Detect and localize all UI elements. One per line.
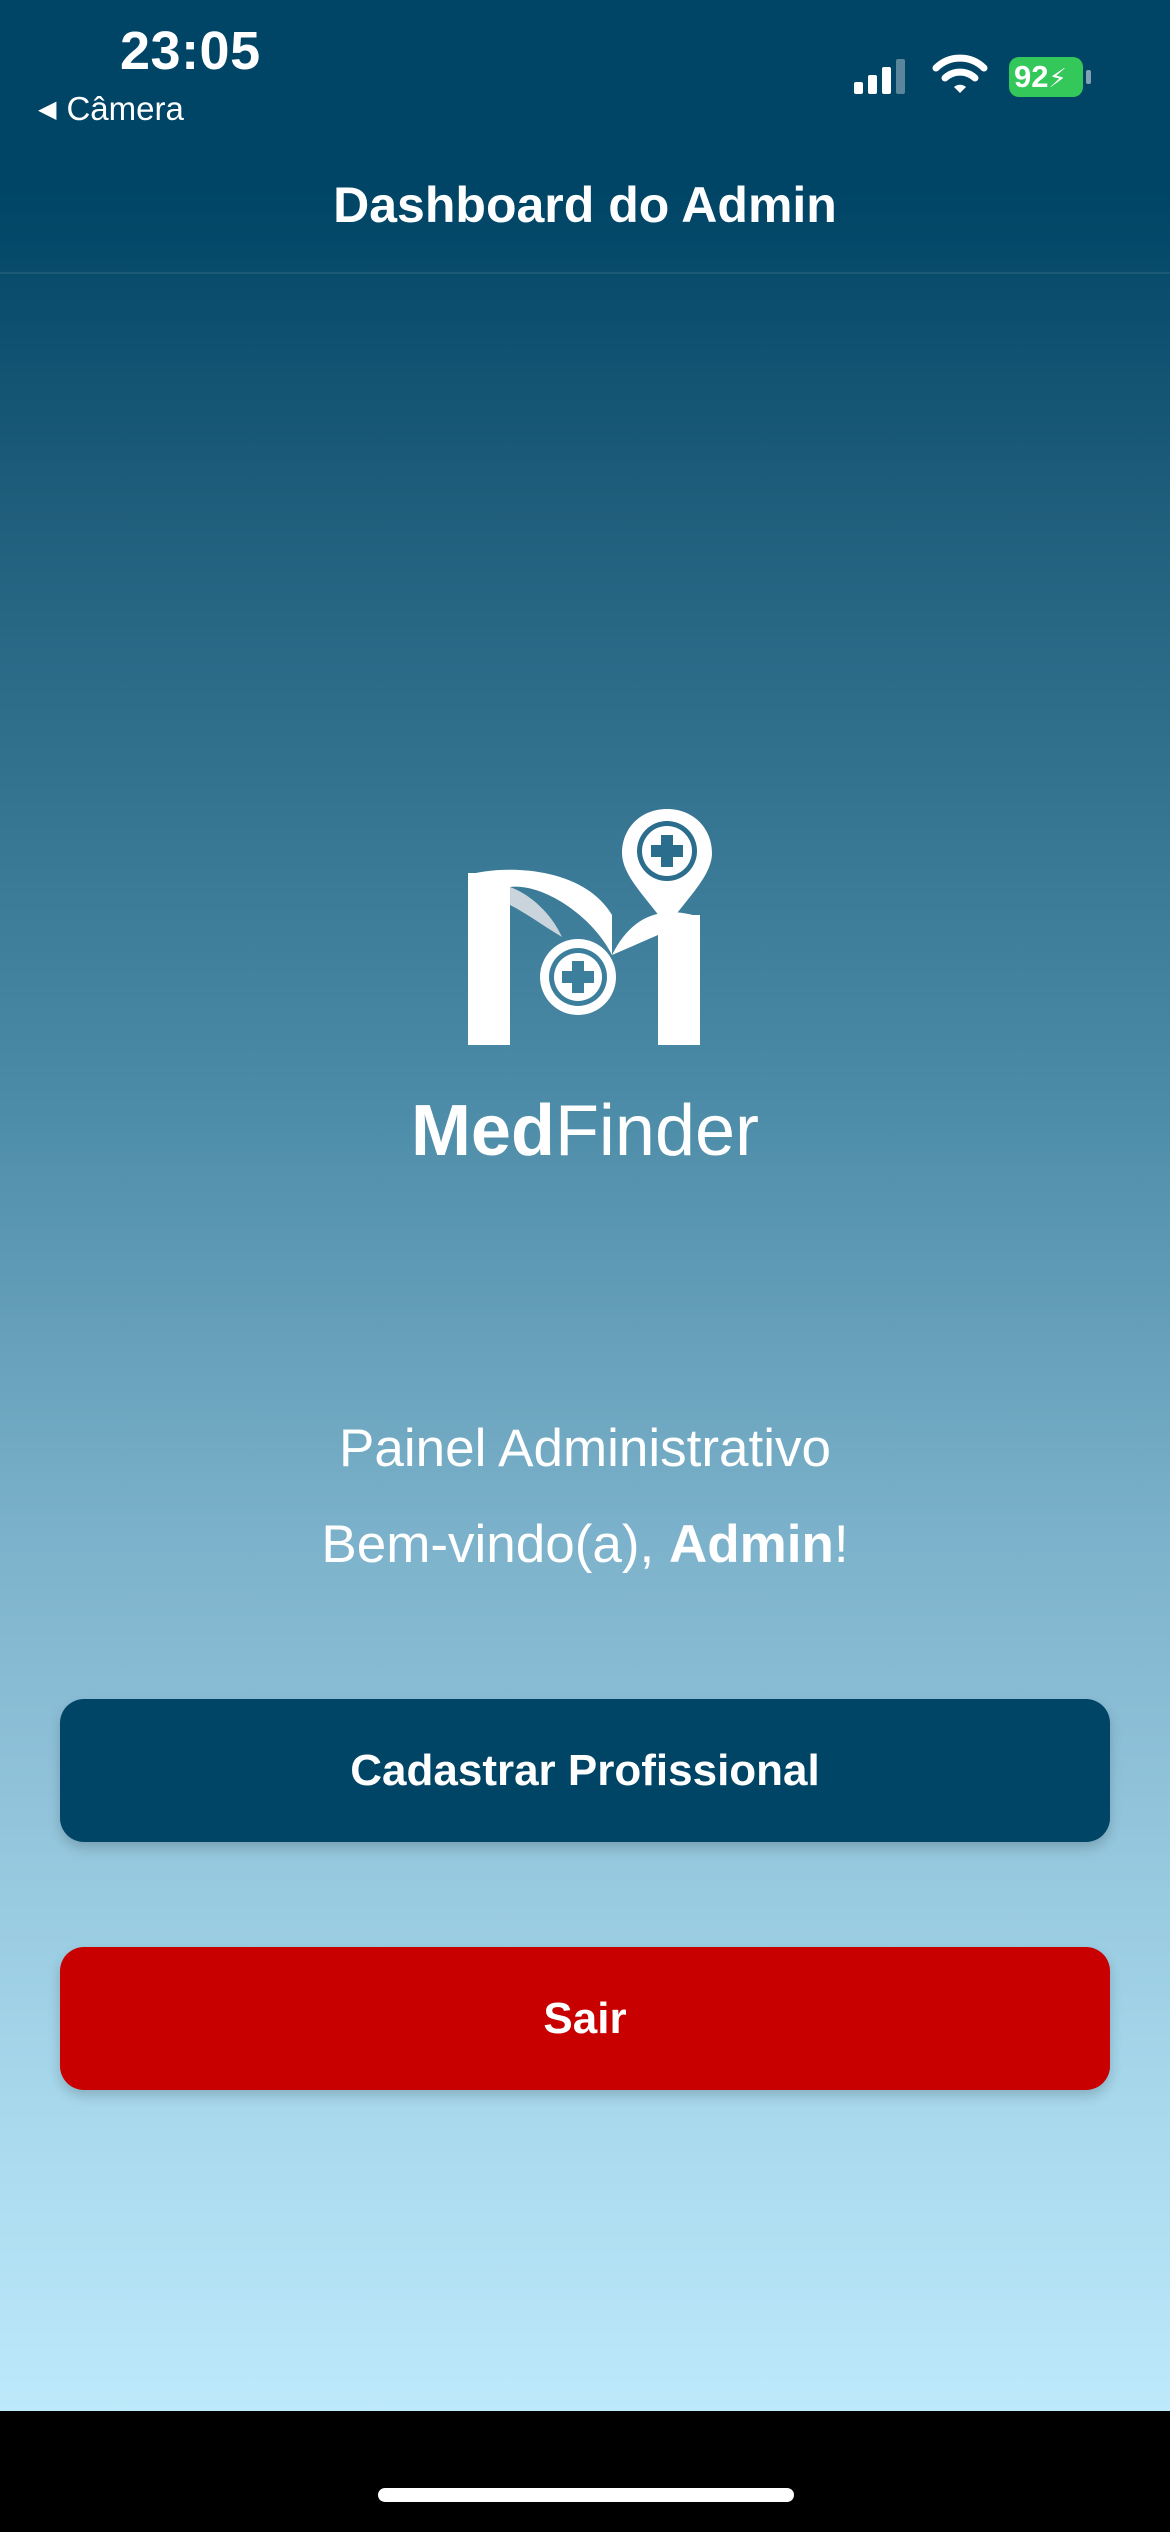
brand-wordmark: MedFinder — [0, 1090, 1170, 1172]
welcome-suffix: ! — [833, 1515, 849, 1574]
home-indicator[interactable] — [378, 2488, 794, 2502]
app-screen: 23:05 ◀ Câmera 92⚡ Dashboard do Admin Me… — [0, 0, 1170, 2411]
welcome-prefix: Bem-vindo(a), — [321, 1515, 669, 1574]
logout-button[interactable]: Sair — [60, 1947, 1110, 2090]
wifi-icon — [932, 54, 988, 93]
page-title: Dashboard do Admin — [333, 177, 837, 233]
back-triangle-icon: ◀ — [38, 95, 57, 123]
home-indicator-area — [0, 2411, 1170, 2532]
status-time: 23:05 — [120, 21, 261, 81]
panel-subtitle: Painel Administrativo — [339, 1419, 831, 1478]
brand-bold: Med — [410, 1091, 555, 1171]
battery-level: 92⚡ — [1014, 59, 1067, 94]
status-bar: 23:05 ◀ Câmera 92⚡ — [0, 0, 1170, 150]
medfinder-logo-icon — [468, 809, 712, 1045]
nav-header: Dashboard do Admin — [0, 150, 1170, 274]
back-app-label: Câmera — [66, 90, 184, 127]
back-to-app-link[interactable]: ◀ Câmera — [38, 90, 184, 128]
brand-light: Finder — [554, 1091, 760, 1171]
register-professional-button[interactable]: Cadastrar Profissional — [60, 1699, 1110, 1842]
signal-icon — [854, 59, 905, 94]
welcome-username: Admin — [668, 1515, 834, 1574]
welcome-message: Bem-vindo(a), Admin! — [0, 1514, 1170, 1575]
